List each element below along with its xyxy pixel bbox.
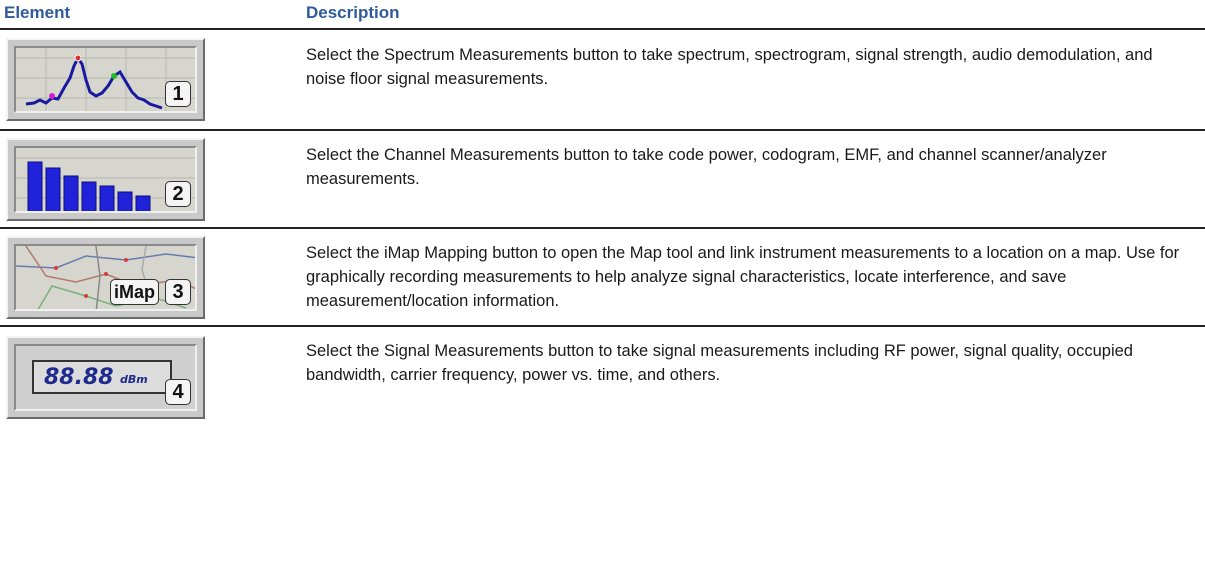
imap-mapping-button[interactable]: iMap 3 <box>6 236 205 319</box>
signal-readout-display: 88.88 dBm <box>32 360 172 394</box>
spectrum-trace-icon: 1 <box>14 46 197 113</box>
signal-readout-icon: 88.88 dBm 4 <box>14 344 197 411</box>
map-icon: iMap 3 <box>14 244 197 311</box>
button-number-badge: 3 <box>165 279 191 305</box>
element-column-header: Element <box>4 3 71 22</box>
table-row: iMap 3 Select the iMap Mapping button to… <box>0 229 1205 327</box>
row-description: Select the iMap Mapping button to open t… <box>306 244 1180 310</box>
table-row: 2 Select the Channel Measurements button… <box>0 131 1205 229</box>
button-number-badge: 2 <box>165 181 191 207</box>
table-header: Element Description <box>0 0 1205 30</box>
channel-measurements-button[interactable]: 2 <box>6 138 205 221</box>
button-number-badge: 1 <box>165 81 191 107</box>
table-row: 1 Select the Spectrum Measurements butto… <box>0 33 1205 131</box>
channel-bars-icon: 2 <box>14 146 197 213</box>
row-description: Select the Channel Measurements button t… <box>306 146 1107 188</box>
spectrum-measurements-button[interactable]: 1 <box>6 38 205 121</box>
button-number-badge: 4 <box>165 379 191 405</box>
table-row: 88.88 dBm 4 Select the Signal Measuremen… <box>0 327 1205 437</box>
description-column-header: Description <box>306 3 400 22</box>
header-divider <box>0 28 1205 30</box>
imap-label-badge: iMap <box>109 279 159 305</box>
readout-value: 88.88 <box>44 365 114 390</box>
readout-unit: dBm <box>120 373 148 386</box>
signal-measurements-button[interactable]: 88.88 dBm 4 <box>6 336 205 419</box>
row-description: Select the Signal Measurements button to… <box>306 342 1133 384</box>
row-description: Select the Spectrum Measurements button … <box>306 46 1153 88</box>
